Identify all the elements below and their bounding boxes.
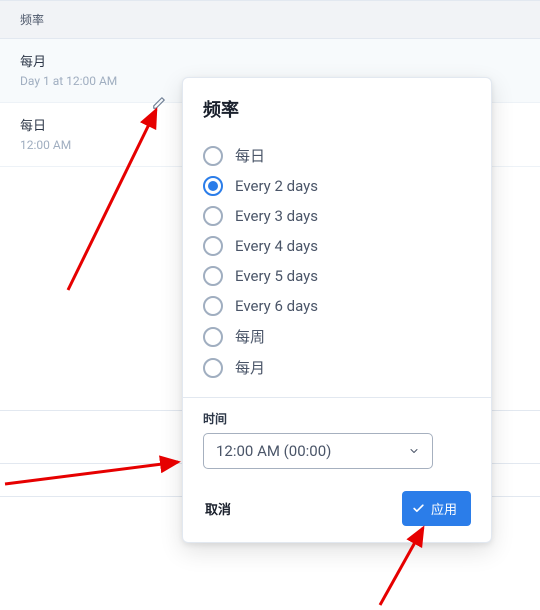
popover-title: 频率: [203, 96, 471, 122]
radio-option-monthly[interactable]: 每月: [203, 352, 471, 383]
apply-button[interactable]: 应用: [402, 491, 471, 526]
radio-label: Every 2 days: [235, 177, 318, 195]
list-header: 频率: [0, 0, 540, 39]
radio-label: 每月: [235, 357, 265, 378]
radio-icon: [203, 327, 223, 347]
check-icon: [412, 502, 425, 515]
list-item-title: 每月: [20, 51, 520, 70]
apply-button-label: 应用: [431, 499, 457, 518]
radio-option-every-5-days[interactable]: Every 5 days: [203, 261, 471, 291]
cancel-button[interactable]: 取消: [203, 493, 233, 524]
radio-label: 每周: [235, 326, 265, 347]
radio-label: Every 3 days: [235, 207, 318, 225]
radio-option-every-2-days[interactable]: Every 2 days: [203, 171, 471, 201]
chevron-down-icon: [408, 445, 420, 457]
popover-actions: 取消 应用: [203, 491, 471, 526]
frequency-radio-group: 每日 Every 2 days Every 3 days Every 4 day…: [203, 140, 471, 383]
radio-option-every-3-days[interactable]: Every 3 days: [203, 201, 471, 231]
radio-icon: [203, 358, 223, 378]
radio-option-weekly[interactable]: 每周: [203, 321, 471, 352]
time-select-value: 12:00 AM (00:00): [216, 442, 331, 460]
radio-option-every-6-days[interactable]: Every 6 days: [203, 291, 471, 321]
edit-icon[interactable]: [152, 96, 166, 110]
radio-icon: [203, 296, 223, 316]
radio-option-daily[interactable]: 每日: [203, 140, 471, 171]
radio-icon: [203, 176, 223, 196]
popover-divider: [183, 397, 491, 398]
radio-option-every-4-days[interactable]: Every 4 days: [203, 231, 471, 261]
time-select[interactable]: 12:00 AM (00:00): [203, 433, 433, 469]
radio-label: 每日: [235, 145, 265, 166]
radio-icon: [203, 266, 223, 286]
radio-icon: [203, 206, 223, 226]
radio-icon: [203, 146, 223, 166]
radio-label: Every 5 days: [235, 267, 318, 285]
time-field-label: 时间: [203, 410, 471, 427]
radio-icon: [203, 236, 223, 256]
radio-label: Every 6 days: [235, 297, 318, 315]
radio-label: Every 4 days: [235, 237, 318, 255]
frequency-popover: 频率 每日 Every 2 days Every 3 days Every 4 …: [182, 77, 492, 543]
